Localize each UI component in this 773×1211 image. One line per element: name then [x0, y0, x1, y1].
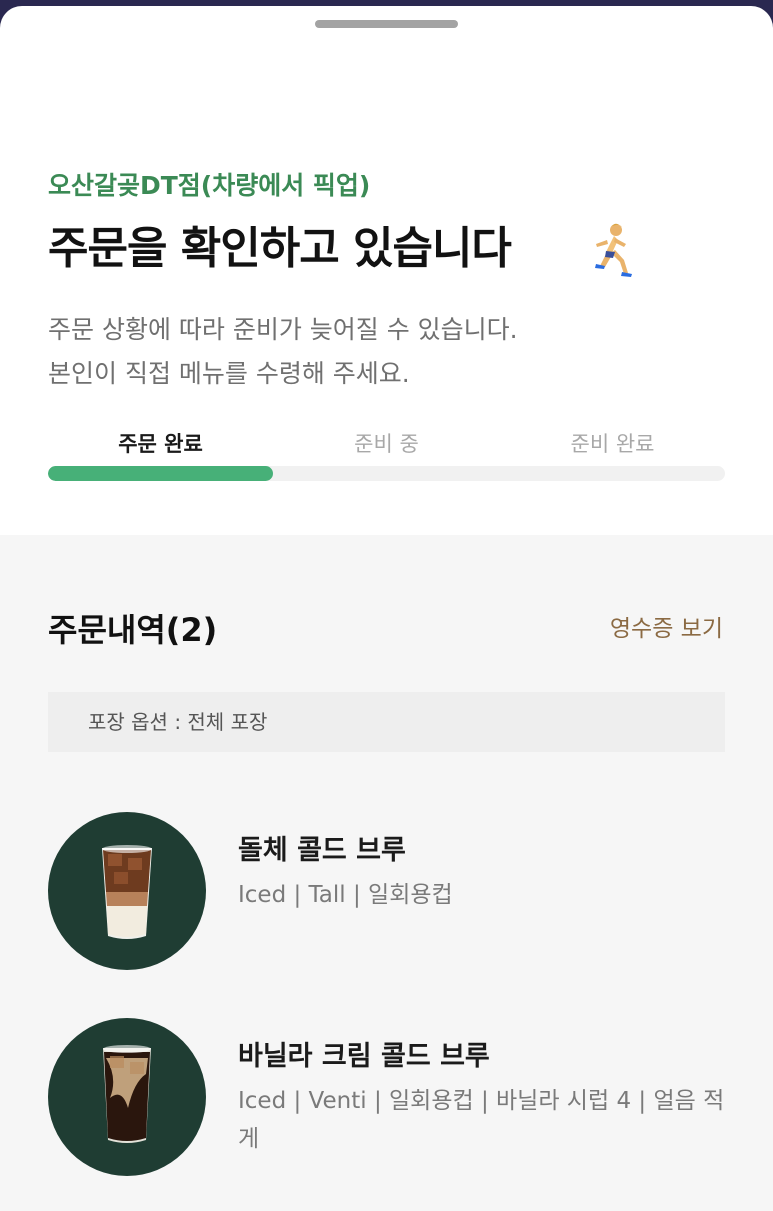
- item-options: Iced | Tall | 일회용컵: [238, 882, 453, 908]
- woman-running-icon: [595, 223, 632, 277]
- drink-image: [48, 1018, 206, 1176]
- item-name: 돌체 콜드 브루: [238, 835, 406, 866]
- order-progress-steps: 주문 완료 준비 중 준비 완료: [48, 428, 725, 464]
- drink-image: [48, 812, 206, 970]
- list-item[interactable]: 돌체 콜드 브루 Iced | Tall | 일회용컵: [48, 812, 725, 972]
- store-name: 오산갈곶DT점(차량에서 픽업): [48, 171, 371, 200]
- item-name: 바닐라 크림 콜드 브루: [238, 1041, 490, 1072]
- view-receipt-link[interactable]: 영수증 보기: [610, 609, 723, 643]
- order-notice-line-1: 주문 상황에 따라 준비가 늦어질 수 있습니다.: [48, 315, 518, 344]
- drag-handle[interactable]: [315, 20, 458, 28]
- order-notice-line-2: 본인이 직접 메뉴를 수령해 주세요.: [48, 359, 410, 388]
- step-order-complete: 주문 완료: [118, 432, 203, 456]
- item-options: Iced | Venti | 일회용컵 | 바닐라 시럽 4 | 얼음 적게: [238, 1088, 725, 1152]
- progress-bar: [48, 466, 725, 481]
- order-history-section: 주문내역(2) 영수증 보기 포장 옵션 : 전체 포장 돌체 콜드 브루 Ic…: [0, 535, 773, 1211]
- step-ready: 준비 완료: [570, 432, 655, 456]
- list-item[interactable]: 바닐라 크림 콜드 브루 Iced | Venti | 일회용컵 | 바닐라 시…: [48, 1018, 725, 1178]
- order-history-title: 주문내역(2): [48, 611, 218, 649]
- step-preparing: 준비 중: [354, 432, 419, 456]
- page-title: 주문을 확인하고 있습니다: [48, 223, 512, 274]
- order-status-sheet: 오산갈곶DT점(차량에서 픽업) 주문을 확인하고 있습니다 주문 상황에 따라…: [0, 6, 773, 1211]
- packaging-option-box: 포장 옵션 : 전체 포장: [48, 692, 725, 752]
- progress-bar-fill: [48, 466, 274, 481]
